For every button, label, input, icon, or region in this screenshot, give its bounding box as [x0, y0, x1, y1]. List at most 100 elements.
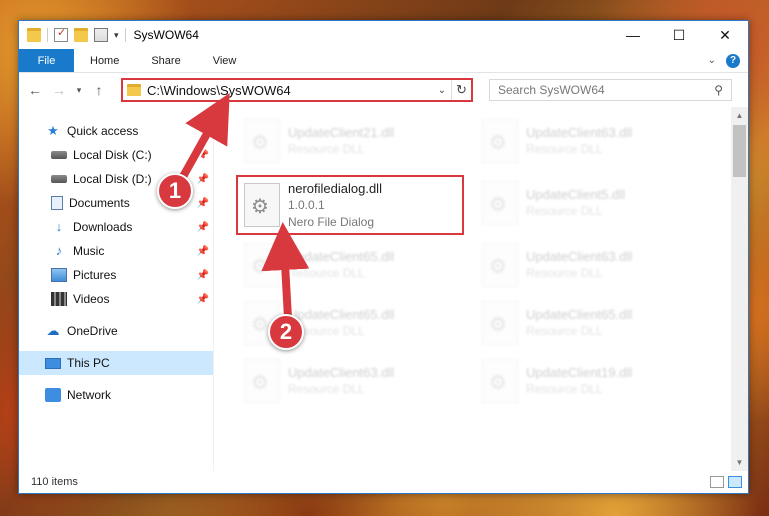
view-toggle [710, 476, 742, 488]
scroll-down-icon[interactable]: ▼ [731, 454, 748, 471]
properties-check-icon[interactable] [54, 26, 68, 42]
file-name: UpdateClient65.dll [526, 307, 633, 322]
dll-file-icon [244, 243, 280, 287]
folder-icon [27, 28, 41, 42]
vertical-scrollbar[interactable]: ▲ ▼ [731, 107, 748, 471]
dll-file-icon [244, 183, 280, 227]
window-controls: — ☐ ✕ [610, 21, 748, 49]
file-description: Nero File Dialog [288, 214, 375, 229]
maximize-button[interactable]: ☐ [656, 21, 702, 49]
sidebar-item-downloads[interactable]: ↓ Downloads 📌 [19, 215, 213, 239]
dll-file-icon [482, 119, 518, 163]
details-view-icon[interactable] [710, 476, 724, 488]
expand-ribbon-chevron-icon[interactable]: ⌄ [708, 55, 716, 66]
file-description: Resource DLL [288, 266, 365, 280]
sidebar-item-label: Downloads [73, 220, 133, 234]
ribbon-tabs: File Home Share View ⌄ ? [19, 49, 748, 73]
list-item[interactable]: UpdateClient5.dll Resource DLL [476, 175, 696, 231]
file-description: Resource DLL [288, 382, 365, 396]
file-name: UpdateClient65.dll [288, 307, 395, 322]
sidebar-item-local-disk-c[interactable]: Local Disk (C:) 📌 [19, 143, 213, 167]
tab-view[interactable]: View [197, 49, 253, 72]
up-arrow-icon[interactable]: ↑ [89, 82, 109, 98]
close-button[interactable]: ✕ [702, 21, 748, 49]
address-dropdown-chevron-icon[interactable]: ⌄ [433, 85, 451, 96]
help-icon[interactable]: ? [726, 53, 740, 68]
sidebar-item-pictures[interactable]: Pictures 📌 [19, 263, 213, 287]
pin-icon: 📌 [196, 293, 209, 305]
tab-home[interactable]: Home [74, 49, 135, 72]
highlighted-file-nerofiledialog[interactable]: nerofiledialog.dll 1.0.0.1 Nero File Dia… [236, 175, 464, 235]
documents-icon [51, 196, 63, 210]
customize-toolbar-chevron-icon[interactable]: ▾ [114, 30, 119, 41]
list-item[interactable]: UpdateClient63.dll Resource DLL [476, 237, 696, 293]
search-icon[interactable]: ⚲ [714, 83, 723, 97]
sidebar-item-quick-access[interactable]: ★ Quick access [19, 119, 213, 143]
list-item[interactable]: UpdateClient63.dll Resource DLL [238, 353, 458, 409]
back-arrow-icon[interactable]: ← [25, 82, 45, 98]
refresh-icon[interactable]: ↻ [451, 80, 471, 100]
list-item[interactable]: UpdateClient65.dll Resource DLL [238, 237, 458, 293]
sidebar-item-onedrive[interactable]: ☁ OneDrive [19, 319, 213, 343]
computer-icon [45, 357, 61, 369]
drive-icon [51, 175, 67, 183]
file-name: UpdateClient63.dll [526, 125, 633, 140]
view-properties-icon[interactable] [94, 28, 108, 42]
sidebar-item-label: Documents [69, 196, 130, 210]
sidebar-item-music[interactable]: ♪ Music 📌 [19, 239, 213, 263]
dll-file-icon [244, 119, 280, 163]
list-item[interactable]: UpdateClient19.dll Resource DLL [476, 353, 696, 409]
forward-arrow-icon[interactable]: → [49, 82, 69, 98]
new-folder-icon[interactable] [74, 28, 88, 42]
sidebar-item-label: Network [67, 388, 112, 402]
search-input[interactable] [498, 83, 715, 97]
file-description: Resource DLL [526, 204, 603, 218]
sidebar-item-label: Local Disk (C:) [73, 148, 152, 162]
network-icon [45, 388, 61, 402]
recent-locations-chevron-icon[interactable]: ▾ [73, 85, 85, 96]
search-box[interactable]: ⚲ [489, 79, 732, 101]
title-bar: ▾ SysWOW64 — ☐ ✕ [19, 21, 748, 49]
list-item[interactable]: UpdateClient65.dll Resource DLL [476, 295, 696, 351]
items-count: 110 items [31, 476, 78, 488]
window-title: SysWOW64 [133, 28, 199, 42]
tiles-view-icon[interactable] [728, 476, 742, 488]
sidebar-item-this-pc[interactable]: This PC [19, 351, 213, 375]
tab-file[interactable]: File [19, 49, 74, 72]
tab-share[interactable]: Share [135, 49, 196, 72]
scroll-up-icon[interactable]: ▲ [731, 107, 748, 124]
file-name: nerofiledialog.dll [288, 180, 382, 196]
dll-file-icon [482, 181, 518, 225]
sidebar-item-label: Pictures [73, 268, 117, 282]
dll-file-icon [482, 359, 518, 403]
videos-icon [51, 292, 67, 306]
toolbar-divider [124, 28, 126, 42]
file-name: UpdateClient63.dll [526, 249, 633, 264]
pin-icon: 📌 [196, 197, 209, 209]
file-name: UpdateClient5.dll [526, 187, 626, 202]
star-icon: ★ [47, 123, 59, 138]
sidebar-item-label: Local Disk (D:) [73, 172, 152, 186]
list-item[interactable]: UpdateClient21.dll Resource DLL [238, 113, 458, 169]
sidebar-item-videos[interactable]: Videos 📌 [19, 287, 213, 311]
address-folder-icon [127, 84, 141, 96]
file-description: Resource DLL [526, 142, 603, 156]
sidebar-item-label: Music [73, 244, 105, 258]
pin-icon: 📌 [196, 221, 209, 233]
file-name: UpdateClient63.dll [288, 365, 395, 380]
list-item[interactable]: UpdateClient63.dll Resource DLL [476, 113, 696, 169]
sidebar-item-network[interactable]: Network [19, 383, 213, 407]
sidebar-item-label: Videos [73, 292, 110, 306]
pin-icon: 📌 [196, 269, 209, 281]
file-name: UpdateClient65.dll [288, 249, 395, 264]
pin-icon: 📌 [196, 173, 209, 185]
address-bar[interactable]: C:\Windows\SysWOW64 ⌄ ↻ [121, 78, 473, 102]
minimize-button[interactable]: — [610, 21, 656, 49]
sidebar-item-label: OneDrive [67, 324, 118, 338]
file-explorer-window: ▾ SysWOW64 — ☐ ✕ File Home Share View ⌄ … [18, 20, 749, 494]
sidebar-item-label: Quick access [67, 124, 139, 138]
pin-icon: 📌 [196, 149, 209, 161]
address-path[interactable]: C:\Windows\SysWOW64 [147, 83, 291, 98]
scrollbar-thumb[interactable] [733, 125, 746, 177]
dll-file-icon [244, 359, 280, 403]
